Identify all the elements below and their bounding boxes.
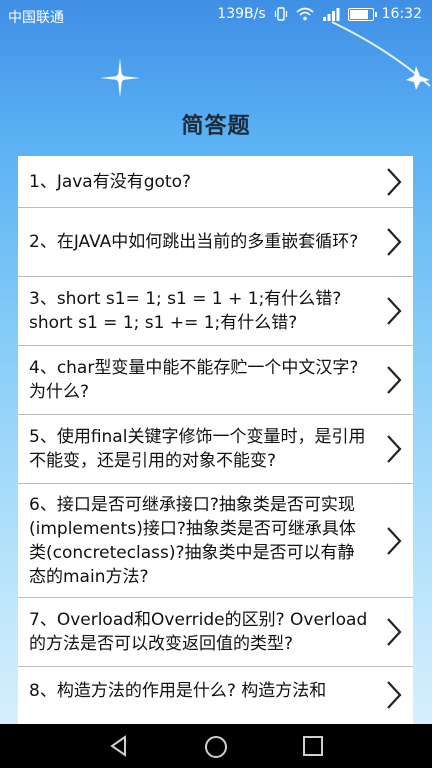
chevron-right-icon <box>387 167 402 196</box>
list-item[interactable]: 6、接口是否可继承接口?抽象类是否可实现(implements)接口?抽象类是否… <box>18 484 413 598</box>
list-item[interactable]: 4、char型变量中能不能存贮一个中文汉字?为什么? <box>18 346 413 415</box>
question-text: 7、Overload和Override的区别? Overload的方法是否可以改… <box>29 610 368 654</box>
question-list[interactable]: 1、Java有没有goto? 2、在JAVA中如何跳出当前的多重嵌套循环? 3、… <box>18 156 413 724</box>
list-item[interactable]: 5、使用final关键字修饰一个变量时，是引用不能变，还是引用的对象不能变? <box>18 415 413 484</box>
list-item[interactable]: 7、Overload和Override的区别? Overload的方法是否可以改… <box>18 598 413 667</box>
question-text: 2、在JAVA中如何跳出当前的多重嵌套循环? <box>29 232 359 252</box>
home-icon[interactable] <box>204 735 228 759</box>
chevron-right-icon <box>387 681 402 709</box>
recents-icon[interactable] <box>302 735 324 757</box>
light-streak-icon <box>331 21 431 90</box>
question-text: 1、Java有没有goto? <box>29 171 192 192</box>
list-item[interactable]: 8、构造方法的作用是什么? 构造方法和 <box>18 667 413 724</box>
list-item[interactable]: 3、short s1= 1; s1 = 1 + 1;有什么错? short s1… <box>18 277 413 346</box>
chevron-right-icon <box>387 228 402 256</box>
page-title: 简答题 <box>181 114 251 139</box>
signal-icon <box>322 8 340 21</box>
question-text: 8、构造方法的作用是什么? 构造方法和 <box>29 681 327 701</box>
question-text: 3、short s1= 1; s1 = 1 + 1;有什么错? short s1… <box>29 289 342 333</box>
chevron-right-icon <box>387 366 402 394</box>
battery-icon <box>347 7 377 21</box>
wifi-icon <box>296 7 314 21</box>
list-item[interactable]: 2、在JAVA中如何跳出当前的多重嵌套循环? <box>18 208 413 277</box>
question-text: 4、char型变量中能不能存贮一个中文汉字?为什么? <box>29 358 359 402</box>
back-icon[interactable] <box>108 735 130 757</box>
chevron-right-icon <box>387 435 402 463</box>
sparkle-icon <box>100 58 140 98</box>
vibrate-icon <box>274 7 287 21</box>
navigation-bar <box>0 724 432 768</box>
carrier-label: 中国联通 <box>8 10 64 26</box>
chevron-right-icon <box>387 618 402 646</box>
chevron-right-icon <box>387 297 402 325</box>
network-speed: 139B/s <box>217 6 266 22</box>
chevron-right-icon <box>387 526 402 555</box>
question-text: 6、接口是否可继承接口?抽象类是否可实现(implements)接口?抽象类是否… <box>29 494 356 587</box>
list-item[interactable]: 1、Java有没有goto? <box>18 156 413 208</box>
question-text: 5、使用final关键字修饰一个变量时，是引用不能变，还是引用的对象不能变? <box>29 427 366 471</box>
